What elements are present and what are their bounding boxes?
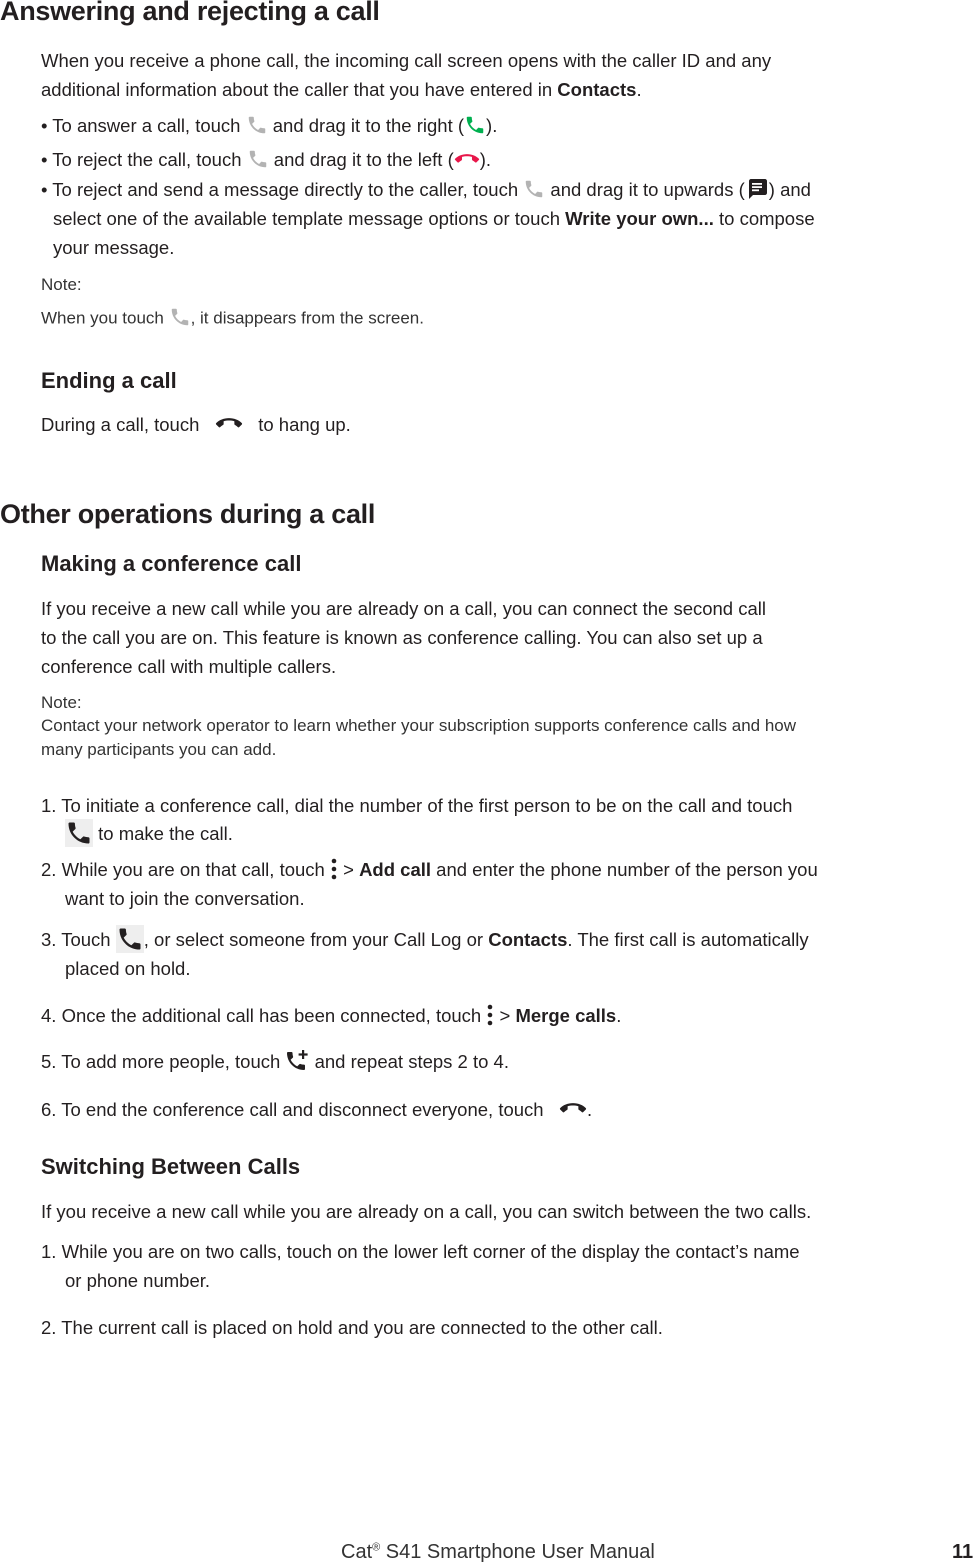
text: ) and: [768, 179, 811, 200]
switching-step-2: 2. The current call is placed on hold an…: [41, 1317, 663, 1338]
phone-icon: [246, 114, 268, 136]
text: .: [636, 79, 642, 100]
end-call-icon: [215, 417, 243, 431]
section-title-ending: Ending a call: [41, 368, 177, 393]
more-options-icon: [330, 857, 338, 881]
text: and enter the phone number of the person…: [431, 859, 818, 880]
bullet-reject-message: • To reject and send a message directly …: [41, 175, 811, 204]
text: to make the call.: [93, 823, 233, 844]
conference-step-6: 6. To end the conference call and discon…: [41, 1095, 592, 1124]
more-options-icon: [486, 1003, 494, 1027]
text: >: [494, 1005, 516, 1026]
text: ).: [479, 149, 492, 170]
message-icon: [745, 177, 769, 201]
merge-calls-label: Merge calls: [515, 1005, 617, 1026]
switching-step-1-line2: or phone number.: [65, 1270, 211, 1291]
text: S41 Smartphone User Manual: [380, 1541, 655, 1563]
bullet-answer: • To answer a call, touch and drag it to…: [41, 111, 497, 140]
text: 5. To add more people, touch: [41, 1051, 286, 1072]
page-number: 11: [952, 1541, 974, 1563]
phone-icon: [65, 819, 93, 848]
conference-step-1: 1. To initiate a conference call, dial t…: [41, 795, 793, 816]
text: • To reject the call, touch: [41, 149, 247, 170]
bullet-reject-message-line3: your message.: [53, 237, 175, 258]
text: When you touch: [41, 308, 169, 328]
intro-line-2: additional information about the caller …: [41, 75, 642, 104]
subsection-title-switching: Switching Between Calls: [41, 1154, 301, 1179]
conference-line-2: to the call you are on. This feature is …: [41, 627, 763, 648]
switching-intro: If you receive a new call while you are …: [41, 1201, 812, 1222]
text: additional information about the caller …: [41, 79, 558, 100]
text: to hang up.: [253, 414, 351, 435]
phone-icon: [247, 148, 269, 170]
intro-line-1: When you receive a phone call, the incom…: [41, 50, 772, 71]
reject-call-icon: [454, 153, 480, 166]
phone-icon: [115, 925, 144, 954]
conference-note-line-2: many participants you can add.: [41, 740, 277, 759]
section-title-other-operations: Other operations during a call: [0, 499, 376, 529]
text: ).: [486, 115, 498, 136]
conference-step-5: 5. To add more people, touch and repeat …: [41, 1047, 509, 1076]
text: . The first call is automatically: [567, 929, 809, 950]
text: and drag it to upwards (: [550, 179, 745, 200]
subsection-title-conference: Making a conference call: [41, 551, 302, 576]
text: 6. To end the conference call and discon…: [41, 1099, 549, 1120]
text: , it disappears from the screen.: [190, 308, 424, 328]
phone-icon: [523, 178, 545, 200]
conference-note-label: Note:: [41, 693, 82, 712]
text: and drag it to the left (: [273, 149, 454, 170]
text: 3. Touch: [41, 929, 116, 950]
note-text: When you touch , it disappears from the …: [41, 308, 424, 330]
answer-call-icon: [464, 114, 486, 136]
text: and drag it to the right (: [272, 115, 465, 136]
text: >: [337, 859, 360, 880]
ending-text: During a call, touch to hang up.: [41, 410, 351, 439]
conference-line-3: conference call with multiple callers.: [41, 656, 337, 677]
conference-note-line-1: Contact your network operator to learn w…: [41, 716, 797, 735]
text: During a call, touch: [41, 414, 205, 435]
text: .: [587, 1099, 593, 1120]
add-call-label: Add call: [359, 859, 432, 880]
footer-title: Cat® S41 Smartphone User Manual: [341, 1541, 655, 1564]
text: 2. While you are on that call, touch: [41, 859, 330, 880]
add-call-icon: [285, 1049, 309, 1073]
text: .: [616, 1005, 622, 1026]
note-label: Note:: [41, 275, 82, 294]
conference-line-1: If you receive a new call while you are …: [41, 598, 766, 619]
end-call-icon: [559, 1102, 587, 1116]
conference-step-2-line2: want to join the conversation.: [65, 888, 305, 909]
conference-step-3-line2: placed on hold.: [65, 958, 191, 979]
switching-step-1: 1. While you are on two calls, touch on …: [41, 1241, 800, 1262]
text: , or select someone from your Call Log o…: [143, 929, 489, 950]
conference-step-3: 3. Touch , or select someone from your C…: [41, 925, 809, 955]
text: 4. Once the additional call has been con…: [41, 1005, 487, 1026]
contacts-label: Contacts: [488, 929, 568, 950]
write-your-own-label: Write your own...: [565, 208, 714, 229]
conference-step-2: 2. While you are on that call, touch > A…: [41, 855, 818, 884]
conference-step-1-line2: to make the call.: [65, 819, 233, 849]
text: • To reject and send a message directly …: [41, 179, 524, 200]
brand: Cat: [341, 1541, 373, 1563]
text: to compose: [713, 208, 815, 229]
text: select one of the available template mes…: [53, 208, 566, 229]
bullet-reject: • To reject the call, touch and drag it …: [41, 145, 491, 174]
bullet-reject-message-line2: select one of the available template mes…: [53, 204, 815, 233]
conference-step-4: 4. Once the additional call has been con…: [41, 1001, 621, 1030]
contacts-label: Contacts: [557, 79, 637, 100]
section-title-answering: Answering and rejecting a call: [0, 0, 380, 26]
text: • To answer a call, touch: [41, 115, 246, 136]
text: and repeat steps 2 to 4.: [309, 1051, 509, 1072]
phone-icon: [169, 306, 191, 328]
